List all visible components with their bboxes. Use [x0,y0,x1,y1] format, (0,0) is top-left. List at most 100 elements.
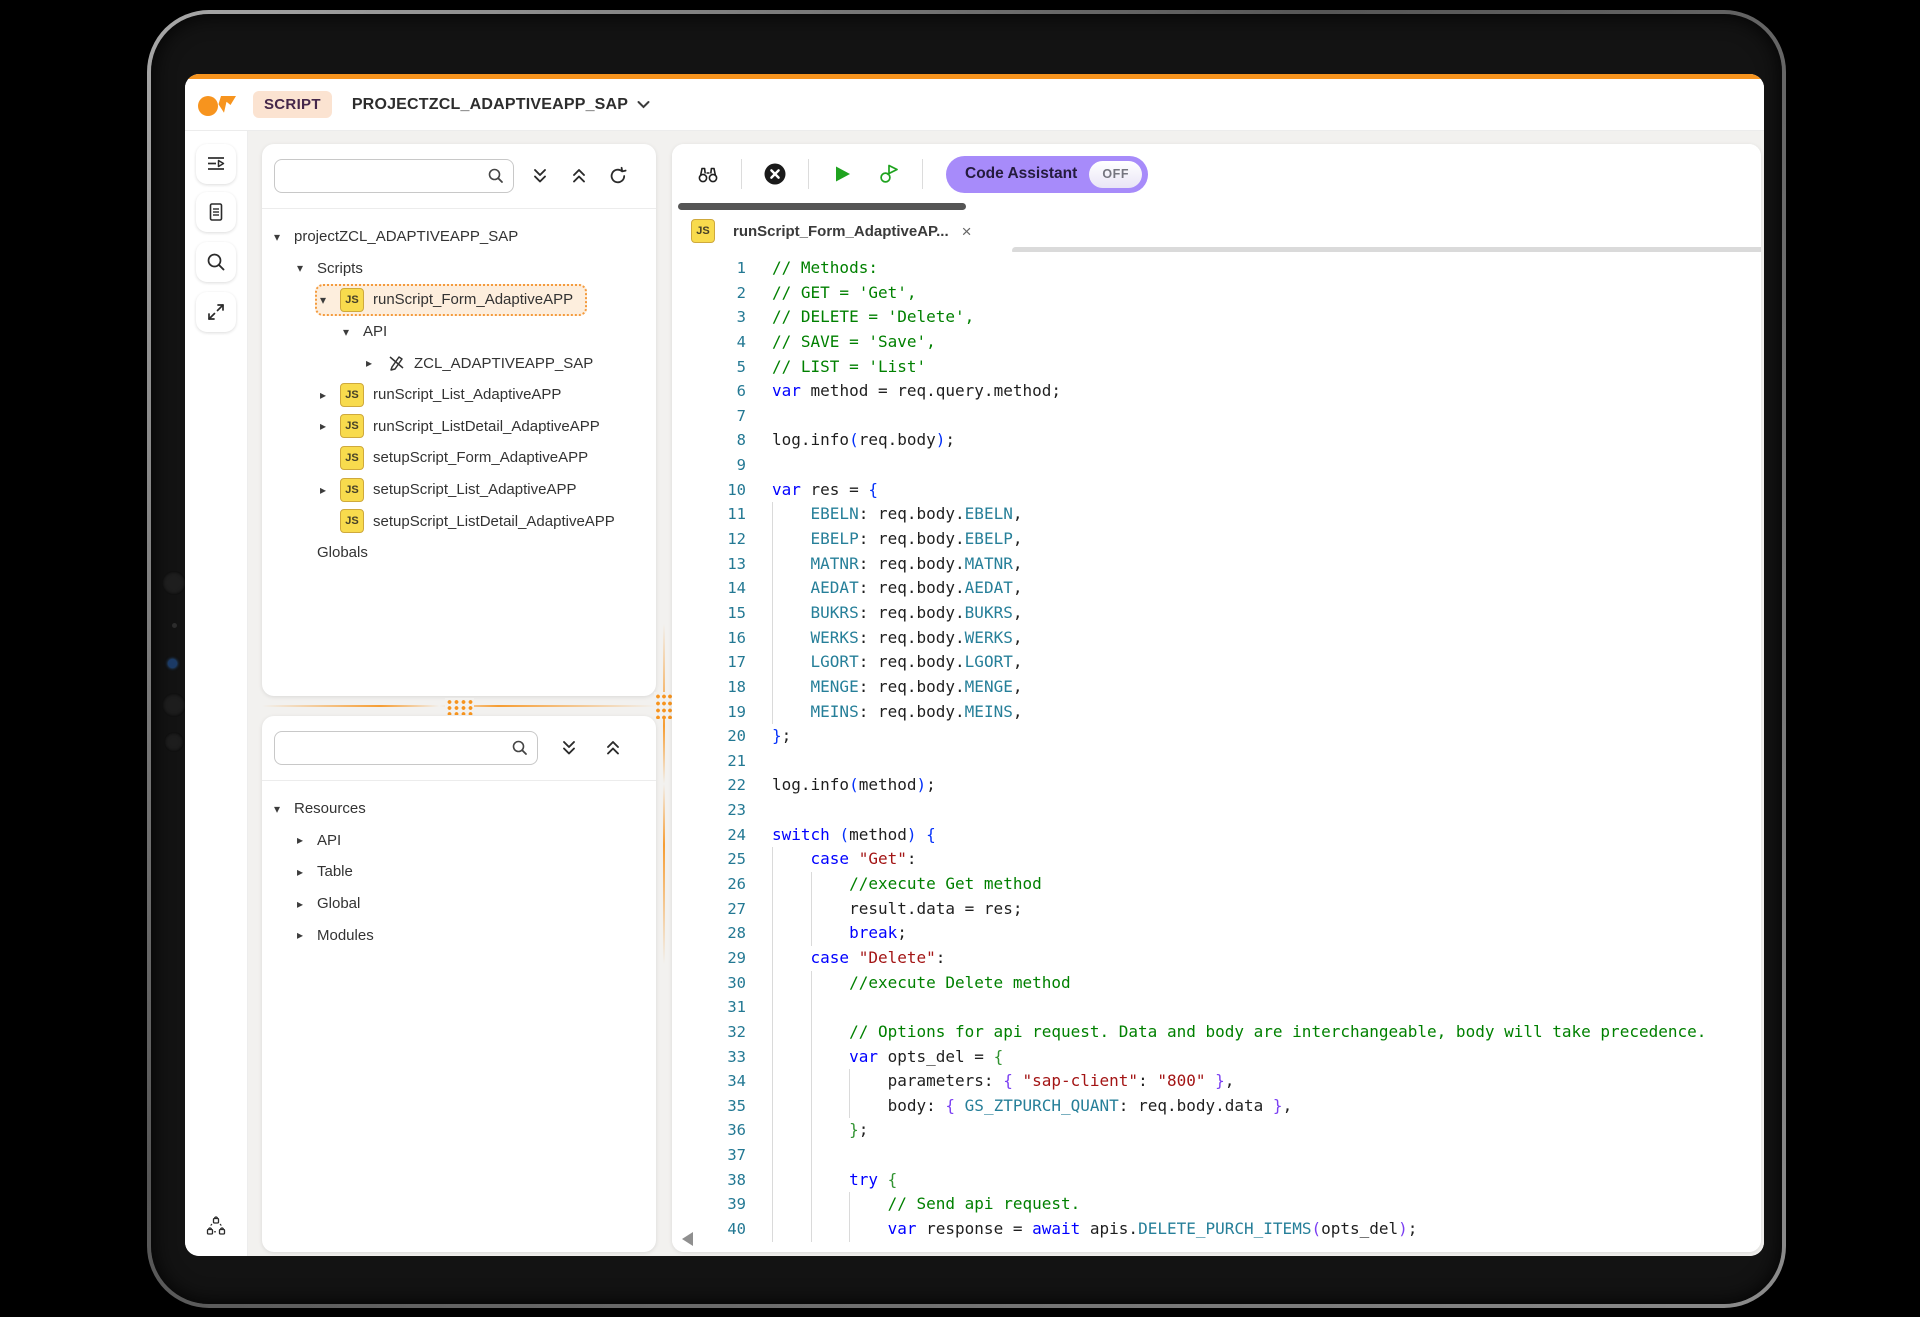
indent-guide [772,626,773,651]
rail-expand-button[interactable] [196,292,236,332]
code-assistant-label: Code Assistant [965,165,1077,183]
chevron-down-icon[interactable]: ▾ [274,802,294,816]
terminate-button[interactable] [761,160,789,188]
tree-item-setupscript-list-adaptiveapp[interactable]: ▸JSsetupScript_List_AdaptiveAPP [262,474,656,506]
code-assistant-state[interactable]: OFF [1089,161,1142,188]
chevron-right-icon[interactable]: ▸ [320,483,340,497]
tab-runscript-form-adaptiveapp[interactable]: JS runScript_Form_AdaptiveAP... × [685,219,978,243]
tree-item-globals[interactable]: Globals [262,537,656,569]
tree-item-setupscript-listdetail-adaptiveapp[interactable]: JSsetupScript_ListDetail_AdaptiveAPP [262,505,656,537]
vertical-splitter[interactable] [656,144,672,1252]
run-button[interactable] [828,160,856,188]
code-text: // Send api request. [746,1192,1080,1217]
chevron-down-icon[interactable]: ▾ [297,261,317,275]
code-editor[interactable]: 1// Methods:2// GET = 'Get',3// DELETE =… [672,252,1761,1252]
chevron-right-icon[interactable]: ▸ [320,388,340,402]
code-text: LGORT: req.body.LGORT, [746,650,1022,675]
chevron-right-icon[interactable]: ▸ [297,928,317,942]
debug-run-button[interactable] [875,160,903,188]
scroll-left-arrow[interactable] [682,1232,693,1246]
tree-item-zcl-adaptiveapp-sap[interactable]: ▸ ZCL_ADAPTIVEAPP_SAP [262,347,656,379]
tree-item-runscript-form-adaptiveapp[interactable]: ▾JSrunScript_Form_AdaptiveAPP [262,284,656,316]
chevron-right-icon[interactable]: ▸ [366,356,386,370]
tab-scrollbar-thumb[interactable] [678,203,966,210]
collapse-all-button[interactable] [600,735,626,761]
code-line: 2// GET = 'Get', [672,281,1761,306]
chevron-right-icon[interactable]: ▸ [297,897,317,911]
tablet-bezel: SCRIPT PROJECTZCL_ADAPTIVEAPP_SAP [151,14,1782,1304]
expand-all-button[interactable] [527,163,553,189]
code-assistant-toggle[interactable]: Code Assistant OFF [946,156,1148,193]
line-number: 32 [672,1020,746,1045]
code-text [746,1143,772,1168]
indent-guide [811,1020,812,1045]
js-file-icon: JS [340,383,364,407]
explorer-search-row [262,144,656,209]
tree-item-table[interactable]: ▸Table [262,856,656,888]
chevron-right-icon[interactable]: ▸ [297,865,317,879]
tree-item-resources[interactable]: ▾Resources [262,793,656,825]
tree-item-api[interactable]: ▸API [262,825,656,857]
chevron-right-icon[interactable]: ▸ [297,833,317,847]
tree-item-label: Table [317,863,353,880]
code-line: 33 var opts_del = { [672,1045,1761,1070]
code-text: parameters: { "sap-client": "800" }, [746,1069,1234,1094]
code-line: 13 MATNR: req.body.MATNR, [672,552,1761,577]
tree-item-api[interactable]: ▾API [262,316,656,348]
tree-item-label: Scripts [317,260,363,277]
line-number: 22 [672,773,746,798]
code-text [746,404,772,429]
chevron-down-icon[interactable]: ▾ [343,325,363,339]
code-text: switch (method) { [746,823,936,848]
indent-guide [772,847,773,872]
tree-item-global[interactable]: ▸Global [262,888,656,920]
explorer-search-input[interactable] [275,160,489,192]
code-line: 1// Methods: [672,256,1761,281]
js-file-icon: JS [340,478,364,502]
app-window: SCRIPT PROJECTZCL_ADAPTIVEAPP_SAP [185,74,1764,1256]
tree-item-runscript-list-adaptiveapp[interactable]: ▸JSrunScript_List_AdaptiveAPP [262,379,656,411]
horizontal-splitter[interactable] [262,696,656,716]
resources-tree: ▾Resources▸API▸Table▸Global▸Modules [262,781,656,951]
chevron-right-icon[interactable]: ▸ [320,419,340,433]
chevron-down-icon[interactable]: ▾ [320,293,340,307]
tree-item-projectzcl-adaptiveapp-sap[interactable]: ▾projectZCL_ADAPTIVEAPP_SAP [262,221,656,253]
rail-search-button[interactable] [196,242,236,282]
chevron-down-icon[interactable]: ▾ [274,230,294,244]
indent-guide [811,1168,812,1193]
code-text: // Methods: [746,256,878,281]
tree-item-scripts[interactable]: ▾Scripts [262,253,656,285]
line-number: 8 [672,428,746,453]
project-selector[interactable]: PROJECTZCL_ADAPTIVEAPP_SAP [352,96,650,114]
indent-guide [772,552,773,577]
indent-guide [772,1217,773,1242]
editor-toolbar: Code Assistant OFF [672,144,1761,204]
rail-hierarchy-button[interactable] [196,1206,236,1246]
tab-close-button[interactable]: × [962,223,972,240]
find-button[interactable] [694,160,722,188]
line-number: 21 [672,749,746,774]
indent-guide [811,995,812,1020]
chevron-down-icon [637,100,650,109]
indent-guide [811,1045,812,1070]
code-line: 40 var response = await apis.DELETE_PURC… [672,1217,1761,1242]
tree-item-modules[interactable]: ▸Modules [262,919,656,951]
resources-search-input[interactable] [275,732,513,764]
js-file-icon: JS [691,219,715,243]
rail-script-list-button[interactable] [196,144,236,184]
code-line: 14 AEDAT: req.body.AEDAT, [672,576,1761,601]
tree-item-setupscript-form-adaptiveapp[interactable]: JSsetupScript_Form_AdaptiveAPP [262,442,656,474]
rail-document-button[interactable] [196,192,236,232]
js-file-icon: JS [340,414,364,438]
indent-guide [772,995,773,1020]
toolbar-separator [922,159,923,189]
refresh-button[interactable] [605,163,631,189]
tree-item-runscript-listdetail-adaptiveapp[interactable]: ▸JSrunScript_ListDetail_AdaptiveAPP [262,411,656,443]
code-line: 8log.info(req.body); [672,428,1761,453]
line-number: 20 [672,724,746,749]
search-icon [511,739,529,757]
hierarchy-icon [204,1214,228,1238]
indent-guide [772,502,773,527]
expand-all-button[interactable] [556,735,582,761]
collapse-all-button[interactable] [566,163,592,189]
